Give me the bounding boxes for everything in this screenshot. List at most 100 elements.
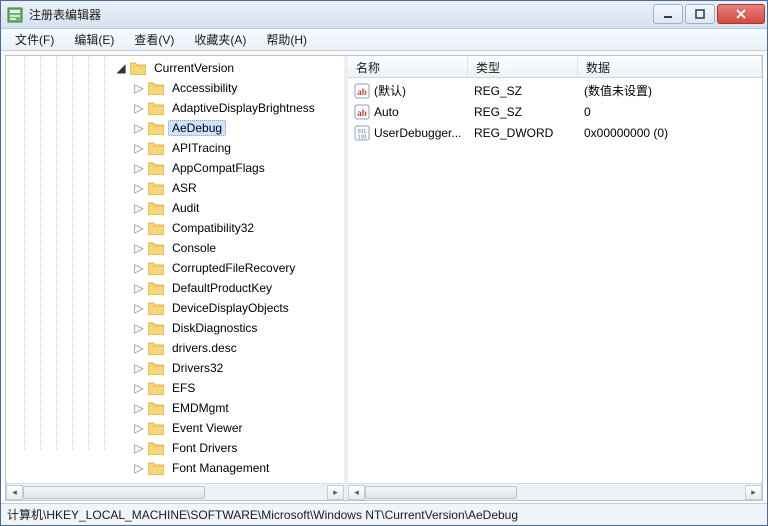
tree-node-label: ASR	[168, 180, 201, 196]
tree-node[interactable]: ▷ Compatibility32	[6, 218, 344, 238]
tree-node-label: DiskDiagnostics	[168, 320, 261, 336]
list-hscrollbar[interactable]: ◂ ▸	[348, 483, 762, 500]
value-row[interactable]: ab(默认)REG_SZ(数值未设置)	[348, 80, 762, 101]
menu-item[interactable]: 收藏夹(A)	[184, 29, 256, 50]
column-header-name[interactable]: 名称	[348, 56, 468, 77]
tree-node-label: AdaptiveDisplayBrightness	[168, 100, 319, 116]
svg-text:ab: ab	[357, 87, 367, 97]
tree-node-label: Accessibility	[168, 80, 241, 96]
value-row[interactable]: 011110UserDebugger...REG_DWORD0x00000000…	[348, 122, 762, 143]
expander-closed-icon[interactable]: ▷	[132, 381, 146, 395]
tree-node[interactable]: ▷ EFS	[6, 378, 344, 398]
content-area: ◢ CurrentVersion ▷ Accessibility ▷ AdaptiveDi…	[5, 55, 763, 501]
scroll-track[interactable]	[365, 485, 745, 500]
menubar: 文件(F)编辑(E)查看(V)收藏夹(A)帮助(H)	[1, 29, 767, 51]
titlebar[interactable]: 注册表编辑器	[1, 1, 767, 29]
expander-closed-icon[interactable]: ▷	[132, 441, 146, 455]
svg-text:110: 110	[358, 134, 367, 140]
expander-closed-icon[interactable]: ▷	[132, 81, 146, 95]
svg-text:ab: ab	[357, 108, 367, 118]
column-headers: 名称 类型 数据	[348, 56, 762, 78]
expander-closed-icon[interactable]: ▷	[132, 261, 146, 275]
tree-node-label: DefaultProductKey	[168, 280, 276, 296]
tree-node[interactable]: ▷ Event Viewer	[6, 418, 344, 438]
menu-item[interactable]: 文件(F)	[5, 29, 64, 50]
value-name-cell: ab Auto	[348, 104, 468, 120]
column-header-type[interactable]: 类型	[468, 56, 578, 77]
expander-closed-icon[interactable]: ▷	[132, 321, 146, 335]
tree-node-label: Compatibility32	[168, 220, 258, 236]
tree-node[interactable]: ▷CorruptedFileRecovery	[6, 258, 344, 278]
expander-closed-icon[interactable]: ▷	[132, 121, 146, 135]
tree-hscrollbar[interactable]: ◂ ▸	[6, 483, 344, 500]
minimize-button[interactable]	[653, 4, 683, 24]
tree-node[interactable]: ▷ AdaptiveDisplayBrightness	[6, 98, 344, 118]
tree-node[interactable]: ▷drivers.desc	[6, 338, 344, 358]
value-name: Auto	[374, 105, 399, 119]
tree-node[interactable]: ▷EMDMgmt	[6, 398, 344, 418]
tree-node[interactable]: ▷DeviceDisplayObjects	[6, 298, 344, 318]
expander-closed-icon[interactable]: ▷	[132, 301, 146, 315]
tree-node[interactable]: ▷ Accessibility	[6, 78, 344, 98]
value-type-cell: REG_SZ	[468, 84, 578, 98]
column-header-data[interactable]: 数据	[578, 56, 762, 77]
close-button[interactable]	[717, 4, 765, 24]
tree-node-currentversion[interactable]: ◢ CurrentVersion	[6, 58, 344, 78]
menu-item[interactable]: 帮助(H)	[256, 29, 317, 50]
expander-open-icon[interactable]: ◢	[114, 61, 128, 75]
tree-node[interactable]: ▷AppCompatFlags	[6, 158, 344, 178]
tree-node[interactable]: ▷ ASR	[6, 178, 344, 198]
app-icon	[7, 7, 23, 23]
tree-node[interactable]: ▷ Console	[6, 238, 344, 258]
tree-node[interactable]: ▷AeDebug	[6, 118, 344, 138]
tree-node[interactable]: ▷ DefaultProductKey	[6, 278, 344, 298]
expander-closed-icon[interactable]: ▷	[132, 181, 146, 195]
scroll-left-button[interactable]: ◂	[6, 485, 23, 500]
value-data-cell: 0	[578, 105, 762, 119]
tree-node-label: CurrentVersion	[150, 60, 238, 76]
expander-closed-icon[interactable]: ▷	[132, 101, 146, 115]
expander-closed-icon[interactable]: ▷	[132, 161, 146, 175]
tree-node[interactable]: ▷ DiskDiagnostics	[6, 318, 344, 338]
tree-node-label: Console	[168, 240, 220, 256]
statusbar: 计算机\HKEY_LOCAL_MACHINE\SOFTWARE\Microsof…	[1, 503, 767, 525]
tree-node[interactable]: ▷Font Drivers	[6, 438, 344, 458]
scroll-thumb[interactable]	[365, 486, 517, 499]
expander-closed-icon[interactable]: ▷	[132, 281, 146, 295]
scroll-right-button[interactable]: ▸	[745, 485, 762, 500]
tree-node[interactable]: ▷ Font Management	[6, 458, 344, 478]
tree-node[interactable]: ▷APITracing	[6, 138, 344, 158]
value-row[interactable]: ab Auto REG_SZ0	[348, 101, 762, 122]
expander-closed-icon[interactable]: ▷	[132, 361, 146, 375]
scroll-thumb[interactable]	[23, 486, 205, 499]
tree-node[interactable]: ▷Drivers32	[6, 358, 344, 378]
expander-closed-icon[interactable]: ▷	[132, 421, 146, 435]
tree-node-label: Event Viewer	[168, 420, 246, 436]
value-rows[interactable]: ab(默认)REG_SZ(数值未设置)abAutoREG_SZ0011110Us…	[348, 78, 762, 483]
maximize-icon	[695, 9, 705, 19]
tree-node[interactable]: ▷Audit	[6, 198, 344, 218]
expander-closed-icon[interactable]: ▷	[132, 241, 146, 255]
tree-node-label: Font Management	[168, 460, 273, 476]
scroll-track[interactable]	[23, 485, 327, 500]
statusbar-path: 计算机\HKEY_LOCAL_MACHINE\SOFTWARE\Microsof…	[7, 506, 518, 523]
expander-closed-icon[interactable]: ▷	[132, 401, 146, 415]
window-title: 注册表编辑器	[29, 6, 653, 23]
value-data-cell: 0x00000000 (0)	[578, 126, 762, 140]
tree-node-label: EFS	[168, 380, 199, 396]
window-controls	[653, 4, 765, 24]
maximize-button[interactable]	[685, 4, 715, 24]
expander-closed-icon[interactable]: ▷	[132, 221, 146, 235]
registry-tree[interactable]: ◢ CurrentVersion ▷ Accessibility ▷ AdaptiveDi…	[6, 56, 344, 483]
expander-closed-icon[interactable]: ▷	[132, 201, 146, 215]
menu-item[interactable]: 编辑(E)	[64, 29, 124, 50]
scroll-right-button[interactable]: ▸	[327, 485, 344, 500]
value-type-cell: REG_SZ	[468, 105, 578, 119]
expander-closed-icon[interactable]: ▷	[132, 341, 146, 355]
minimize-icon	[663, 9, 673, 19]
menu-item[interactable]: 查看(V)	[124, 29, 184, 50]
expander-closed-icon[interactable]: ▷	[132, 141, 146, 155]
scroll-left-button[interactable]: ◂	[348, 485, 365, 500]
expander-closed-icon[interactable]: ▷	[132, 461, 146, 475]
value-name-cell: 011110UserDebugger...	[348, 125, 468, 141]
